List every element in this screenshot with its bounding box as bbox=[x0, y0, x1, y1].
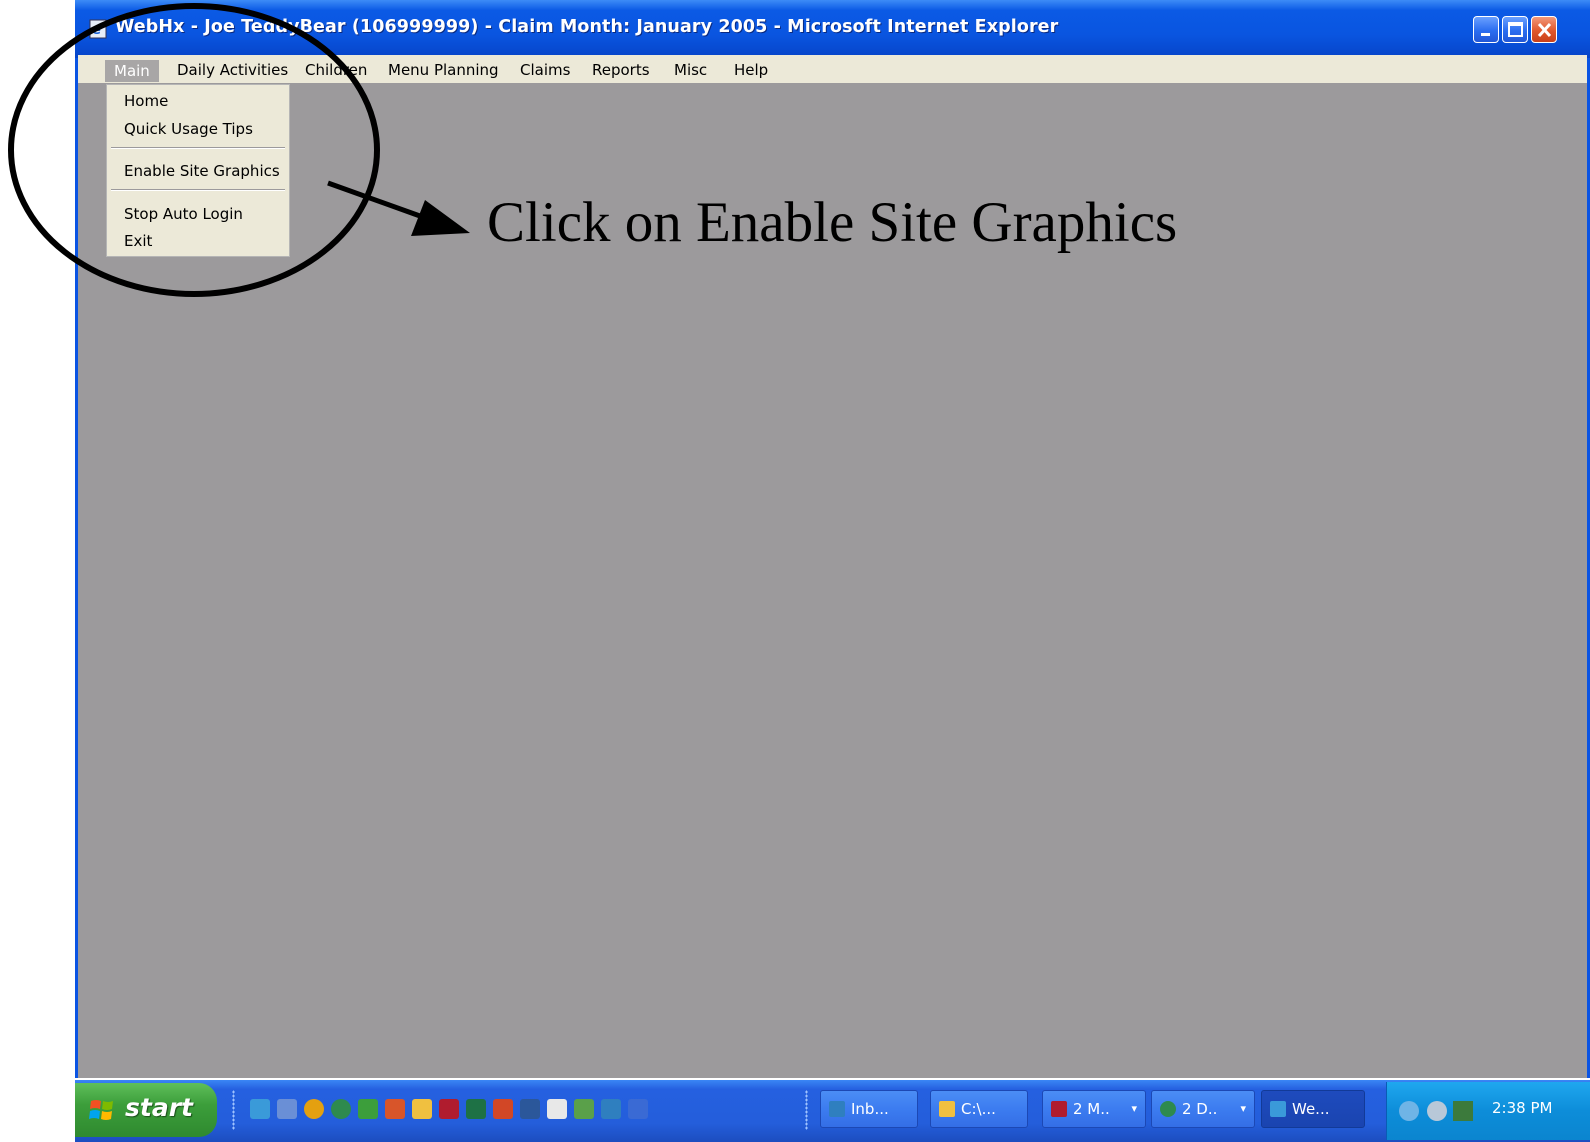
ie-icon[interactable] bbox=[250, 1099, 270, 1119]
document-icon[interactable] bbox=[547, 1099, 567, 1119]
outlook-icon[interactable] bbox=[493, 1099, 513, 1119]
paint-icon[interactable] bbox=[385, 1099, 405, 1119]
annotation-overlay bbox=[8, 3, 470, 297]
outlook-icon bbox=[829, 1101, 845, 1117]
outlook-express-icon[interactable] bbox=[601, 1099, 621, 1119]
start-label: start bbox=[125, 1093, 193, 1122]
task-label: 2 D.. bbox=[1182, 1100, 1218, 1118]
gear-icon[interactable] bbox=[574, 1099, 594, 1119]
email-icon[interactable] bbox=[277, 1099, 297, 1119]
chevron-down-icon: ▾ bbox=[1131, 1102, 1137, 1115]
folder-icon[interactable] bbox=[412, 1099, 432, 1119]
annotation-arrow-head bbox=[411, 200, 470, 236]
start-button[interactable]: start bbox=[75, 1083, 217, 1137]
task-label: C:\... bbox=[961, 1100, 996, 1118]
system-tray: 2:38 PM bbox=[1386, 1082, 1590, 1140]
network-icon bbox=[1160, 1101, 1176, 1117]
task-label: Inb... bbox=[851, 1100, 889, 1118]
windows-flag-icon bbox=[89, 1100, 113, 1120]
word-icon[interactable] bbox=[520, 1099, 540, 1119]
excel-icon[interactable] bbox=[466, 1099, 486, 1119]
taskbar: start Inb... C:\... 2 M.. ▾ 2 D.. ▾ We..… bbox=[75, 1080, 1590, 1142]
folder-icon bbox=[939, 1101, 955, 1117]
annotation-arrow-line bbox=[327, 180, 421, 219]
toolbar-grip[interactable] bbox=[232, 1090, 235, 1130]
network-icon[interactable] bbox=[331, 1099, 351, 1119]
network-error-icon[interactable] bbox=[1399, 1101, 1419, 1121]
task-button-webhx[interactable]: We... bbox=[1261, 1090, 1365, 1128]
media-player-icon[interactable] bbox=[304, 1099, 324, 1119]
clock[interactable]: 2:38 PM bbox=[1492, 1099, 1552, 1117]
ie-icon bbox=[1270, 1101, 1286, 1117]
task-button-inbox[interactable]: Inb... bbox=[820, 1090, 918, 1128]
task-label: We... bbox=[1292, 1100, 1330, 1118]
task-button-folder[interactable]: C:\... bbox=[930, 1090, 1028, 1128]
toolbar-grip[interactable] bbox=[805, 1090, 808, 1130]
task-label: 2 M.. bbox=[1073, 1100, 1110, 1118]
task-button-network-group[interactable]: 2 D.. ▾ bbox=[1151, 1090, 1255, 1128]
chevron-down-icon: ▾ bbox=[1240, 1102, 1246, 1115]
task-button-acrobat-group[interactable]: 2 M.. ▾ bbox=[1042, 1090, 1146, 1128]
visio-icon[interactable] bbox=[628, 1099, 648, 1119]
app-icon[interactable] bbox=[358, 1099, 378, 1119]
acrobat-icon[interactable] bbox=[439, 1099, 459, 1119]
sound-icon[interactable] bbox=[1427, 1101, 1447, 1121]
acrobat-icon bbox=[1051, 1101, 1067, 1117]
connection-icon[interactable] bbox=[1453, 1101, 1473, 1121]
annotation-circle bbox=[8, 3, 380, 297]
